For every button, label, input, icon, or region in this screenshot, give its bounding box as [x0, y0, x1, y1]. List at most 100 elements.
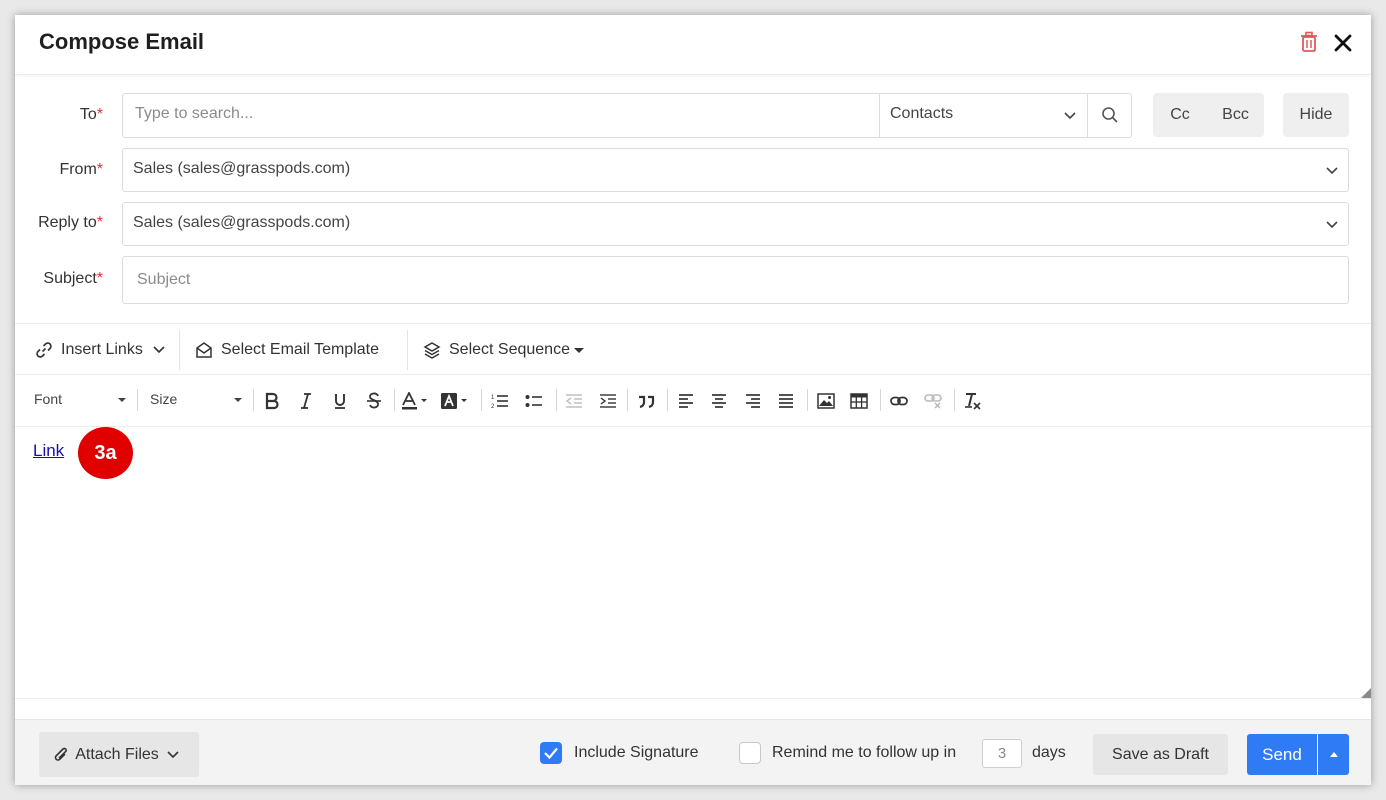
unlink-button[interactable]: [920, 388, 946, 414]
chevron-down-icon: [167, 750, 179, 758]
caret-down-icon: [234, 398, 242, 402]
insert-links-label: Insert Links: [61, 341, 143, 358]
bold-icon: [265, 392, 279, 410]
quote-icon: [639, 395, 655, 409]
include-signature-checkbox[interactable]: [540, 742, 562, 764]
insert-toolbar: Insert Links Select Email Template Selec…: [15, 323, 1371, 375]
from-label: From*: [59, 161, 103, 178]
underline-button[interactable]: [327, 388, 353, 414]
clear-format-icon: [965, 393, 981, 410]
dialog-title: Compose Email: [39, 29, 205, 54]
search-icon: [1102, 107, 1118, 123]
increase-indent-button[interactable]: [595, 388, 621, 414]
unlink-icon: [924, 394, 942, 409]
divider: [954, 389, 955, 411]
bold-button[interactable]: [259, 388, 285, 414]
follow-up-reminder-checkbox[interactable]: [739, 742, 761, 764]
close-icon[interactable]: [1333, 31, 1353, 53]
send-button[interactable]: Send: [1247, 734, 1317, 775]
follow-up-days-input[interactable]: 3: [982, 739, 1022, 768]
insert-link-button[interactable]: [886, 388, 912, 414]
reply-to-label: Reply to*: [38, 214, 103, 231]
trash-icon[interactable]: [1299, 31, 1319, 53]
required-marker: *: [96, 214, 103, 231]
align-right-icon: [746, 394, 760, 408]
align-center-icon: [712, 394, 726, 408]
reply-to-select[interactable]: Sales (sales@grasspods.com): [122, 202, 1349, 246]
clear-formatting-button[interactable]: [959, 388, 985, 414]
chevron-down-icon: [1326, 167, 1338, 175]
numbered-list-button[interactable]: 12: [487, 388, 513, 414]
required-marker: *: [96, 161, 103, 178]
decrease-indent-button[interactable]: [561, 388, 587, 414]
dialog-header: Compose Email: [15, 15, 1371, 75]
search-button[interactable]: [1088, 94, 1131, 137]
subject-label: Subject*: [43, 270, 103, 287]
cc-button[interactable]: Cc: [1153, 93, 1207, 137]
divider: [667, 389, 668, 411]
contacts-select[interactable]: Contacts: [880, 94, 1087, 137]
divider: [407, 330, 408, 370]
hide-button[interactable]: Hide: [1283, 93, 1349, 137]
save-as-draft-button[interactable]: Save as Draft: [1093, 734, 1228, 775]
paperclip-icon: [54, 747, 68, 761]
outdent-icon: [565, 394, 582, 408]
strikethrough-button[interactable]: [361, 388, 387, 414]
align-center-button[interactable]: [706, 388, 732, 414]
background-color-icon: [441, 393, 467, 409]
divider: [627, 389, 628, 411]
bcc-button[interactable]: Bcc: [1207, 93, 1264, 137]
select-email-template-button[interactable]: Select Email Template: [195, 324, 379, 376]
select-sequence-dropdown[interactable]: Select Sequence: [423, 324, 584, 376]
align-left-button[interactable]: [673, 388, 699, 414]
insert-table-button[interactable]: [846, 388, 872, 414]
attach-files-dropdown[interactable]: Attach Files: [39, 732, 199, 777]
insert-links-dropdown[interactable]: Insert Links: [35, 324, 173, 376]
body-link[interactable]: Link: [33, 441, 64, 461]
align-right-button[interactable]: [740, 388, 766, 414]
to-search-input[interactable]: Type to search...: [135, 105, 253, 123]
chevron-down-icon: [1064, 112, 1076, 120]
bulleted-list-icon: [525, 395, 542, 407]
divider: [179, 330, 180, 370]
days-label: days: [1032, 744, 1066, 761]
svg-text:1: 1: [491, 395, 495, 401]
select-sequence-label: Select Sequence: [449, 341, 570, 358]
divider: [880, 389, 881, 411]
underline-icon: [335, 394, 345, 409]
subject-input[interactable]: Subject: [122, 256, 1349, 304]
caret-down-icon: [118, 398, 126, 402]
layers-icon: [423, 342, 441, 359]
font-dropdown-label: Font: [34, 391, 63, 407]
svg-text:2: 2: [491, 404, 495, 410]
attach-files-label: Attach Files: [75, 745, 159, 763]
bulleted-list-button[interactable]: [521, 388, 547, 414]
blockquote-button[interactable]: [633, 388, 659, 414]
indent-icon: [600, 394, 616, 408]
divider: [807, 389, 808, 411]
font-dropdown[interactable]: Font: [34, 391, 126, 407]
from-select[interactable]: Sales (sales@grasspods.com): [122, 148, 1349, 192]
insert-image-button[interactable]: [813, 388, 839, 414]
link-icon: [36, 342, 52, 358]
contacts-select-label: Contacts: [890, 105, 954, 122]
italic-button[interactable]: [293, 388, 319, 414]
chevron-down-icon: [153, 346, 165, 354]
size-dropdown-label: Size: [150, 391, 178, 407]
background-color-button[interactable]: [439, 388, 473, 414]
to-label: To*: [79, 106, 103, 123]
editor-toolbar: Font Size 12: [15, 375, 1371, 427]
include-signature-label: Include Signature: [574, 744, 699, 761]
reply-to-select-value: Sales (sales@grasspods.com): [133, 214, 351, 231]
text-color-button[interactable]: [399, 388, 433, 414]
chain-link-icon: [890, 396, 908, 406]
send-options-toggle[interactable]: [1318, 734, 1349, 775]
email-body-editor[interactable]: Link 3a: [15, 427, 1371, 699]
dialog-footer: Attach Files Include Signature Remind me…: [15, 719, 1371, 785]
caret-up-icon: [1329, 752, 1338, 757]
step-callout-badge: 3a: [78, 427, 133, 479]
size-dropdown[interactable]: Size: [150, 391, 242, 407]
resize-handle[interactable]: [1361, 688, 1371, 698]
justify-button[interactable]: [773, 388, 799, 414]
divider: [394, 389, 395, 411]
